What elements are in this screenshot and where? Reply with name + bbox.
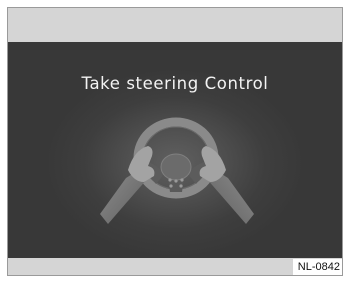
- instrument-display: Take steering Control: [8, 42, 342, 258]
- figure-frame: Take steering Control NL-0842: [7, 7, 343, 276]
- figure-reference-code: NL-0842: [292, 259, 342, 275]
- display-top-bezel: [8, 8, 342, 42]
- steering-wheel-hands-icon: [100, 117, 254, 224]
- wheel-hub: [160, 153, 192, 181]
